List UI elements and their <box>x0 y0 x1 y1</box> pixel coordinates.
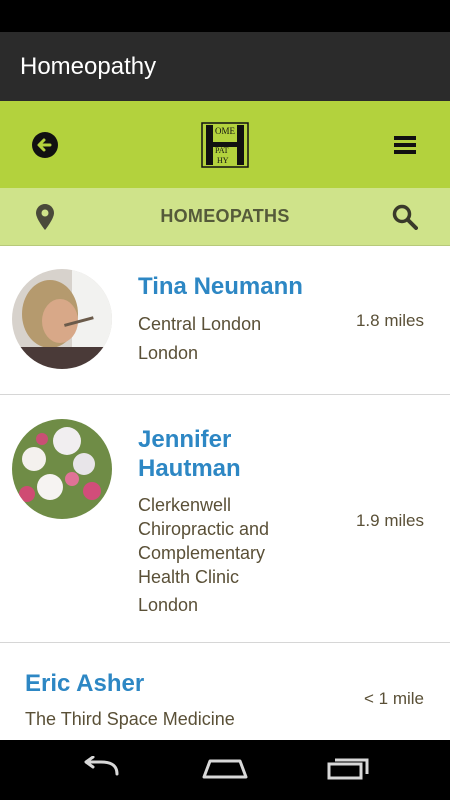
homeopath-distance: < 1 mile <box>364 689 424 708</box>
app-title: Homeopathy <box>20 52 157 80</box>
home-nav-icon[interactable] <box>202 757 248 784</box>
homeopath-name[interactable]: Tina Neumann <box>138 272 303 301</box>
section-bar: HOMEOPATHS <box>0 188 450 246</box>
homeopathy-logo: OME PAT HY <box>201 121 249 168</box>
recent-apps-icon[interactable] <box>327 756 371 785</box>
homeopath-address: Central London <box>138 314 262 334</box>
address-line: Clerkenwell <box>138 495 232 515</box>
list-item[interactable]: Eric Asher The Third Space Medicine < 1 … <box>0 643 450 740</box>
back-nav-icon[interactable] <box>79 755 123 785</box>
avatar <box>12 269 112 369</box>
homeopath-name-line2[interactable]: Hautman <box>138 454 241 483</box>
homeopath-city: London <box>138 343 199 363</box>
homeopath-name[interactable]: Eric Asher <box>25 669 144 698</box>
list-item[interactable]: Tina Neumann Central London London 1.8 m… <box>0 247 450 395</box>
homeopath-city: London <box>138 595 199 615</box>
address-line: Health Clinic <box>138 567 240 587</box>
status-bar <box>0 0 450 32</box>
toolbar: OME PAT HY <box>0 101 450 188</box>
homeopath-address: The Third Space Medicine <box>25 709 235 729</box>
homeopath-name-line1[interactable]: Jennifer <box>138 425 231 454</box>
list-item[interactable]: Jennifer Hautman Clerkenwell Chiropracti… <box>0 395 450 643</box>
address-line: Chiropractic and <box>138 519 270 539</box>
svg-text:HY: HY <box>217 156 229 165</box>
search-icon[interactable] <box>390 202 420 232</box>
avatar <box>12 419 112 519</box>
homeopath-address: Clerkenwell Chiropractic and Complementa… <box>138 493 269 589</box>
homeopath-distance: 1.9 miles <box>355 511 424 530</box>
app-title-bar: Homeopathy <box>0 32 450 101</box>
homeopath-distance: 1.8 miles <box>355 311 424 330</box>
svg-text:PAT: PAT <box>215 146 229 155</box>
hamburger-menu-icon[interactable] <box>390 130 420 160</box>
section-title: HOMEOPATHS <box>160 206 290 226</box>
back-arrow-icon[interactable] <box>30 130 60 160</box>
system-nav-bar <box>0 740 450 800</box>
address-line: Complementary <box>138 543 266 563</box>
homeopath-list[interactable]: Tina Neumann Central London London 1.8 m… <box>0 247 450 740</box>
svg-text:OME: OME <box>215 126 236 136</box>
location-pin-icon[interactable] <box>30 202 60 232</box>
